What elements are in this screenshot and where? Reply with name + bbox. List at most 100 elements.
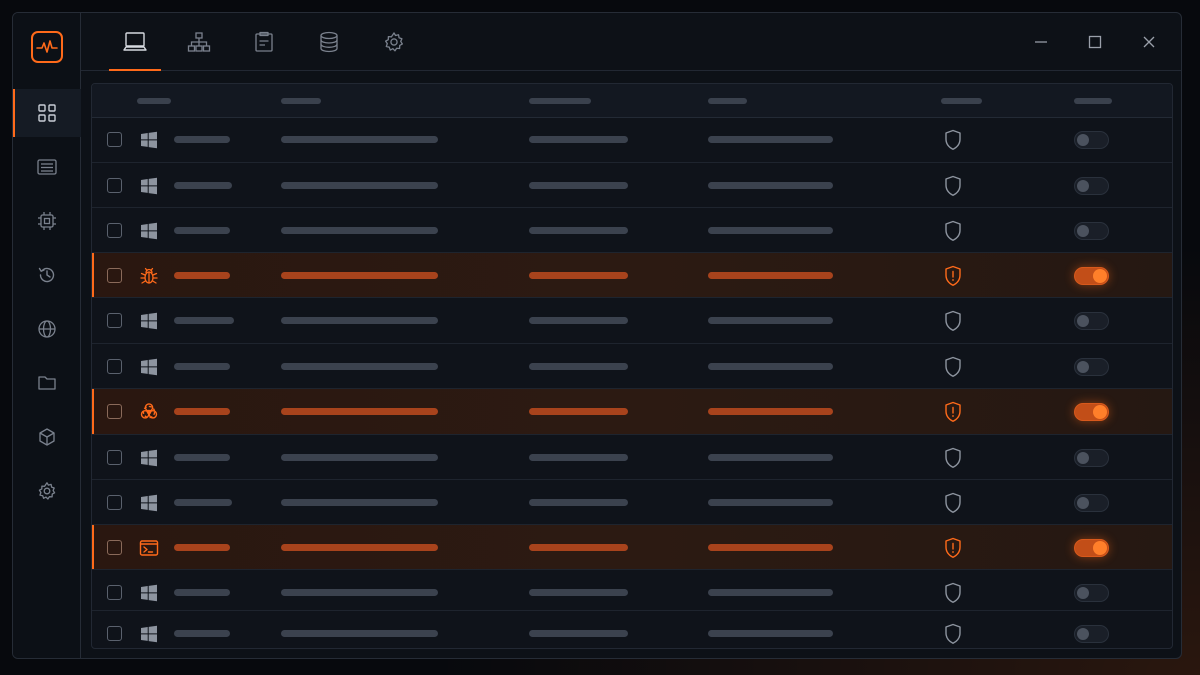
row-checkbox[interactable] bbox=[107, 132, 122, 147]
dashboard-grid-icon bbox=[38, 104, 56, 122]
row-checkbox[interactable] bbox=[107, 268, 122, 283]
row-toggle[interactable] bbox=[1074, 131, 1109, 149]
table-row[interactable] bbox=[92, 208, 1172, 253]
windows-icon bbox=[139, 583, 159, 603]
sidebar-item-dashboard[interactable] bbox=[13, 89, 81, 137]
table-row[interactable] bbox=[92, 480, 1172, 525]
table-row-threat[interactable] bbox=[92, 253, 1172, 298]
row-toggle[interactable] bbox=[1074, 449, 1109, 467]
cell-placeholder-bar bbox=[281, 630, 438, 637]
table-row[interactable] bbox=[92, 570, 1172, 611]
row-toggle[interactable] bbox=[1074, 177, 1109, 195]
clipboard-report-icon bbox=[255, 31, 273, 52]
windows-icon bbox=[139, 493, 159, 513]
sidebar-item-history[interactable] bbox=[13, 251, 81, 299]
tab-database[interactable] bbox=[303, 13, 355, 71]
minimize-button[interactable] bbox=[1026, 27, 1056, 57]
network-hierarchy-icon bbox=[187, 32, 211, 52]
table-row[interactable] bbox=[92, 163, 1172, 208]
table-row-threat[interactable] bbox=[92, 525, 1172, 570]
toggle-knob bbox=[1077, 180, 1089, 192]
minimize-icon bbox=[1035, 41, 1047, 43]
shield-icon bbox=[944, 356, 962, 378]
header-toggle-placeholder[interactable] bbox=[1074, 98, 1112, 104]
toggle-knob bbox=[1077, 315, 1089, 327]
header-col3-placeholder[interactable] bbox=[529, 98, 591, 104]
sidebar-item-list[interactable] bbox=[13, 143, 81, 191]
tab-network[interactable] bbox=[173, 13, 225, 71]
row-checkbox[interactable] bbox=[107, 495, 122, 510]
table-row[interactable] bbox=[92, 344, 1172, 389]
cell-placeholder-bar bbox=[529, 272, 628, 279]
row-toggle[interactable] bbox=[1074, 494, 1109, 512]
toggle-knob bbox=[1077, 587, 1089, 599]
table-row[interactable] bbox=[92, 611, 1172, 648]
sidebar-item-files[interactable] bbox=[13, 359, 81, 407]
cell-placeholder-bar bbox=[708, 182, 833, 189]
shield-icon bbox=[944, 129, 962, 151]
cell-placeholder-bar bbox=[281, 363, 438, 370]
maximize-button[interactable] bbox=[1080, 27, 1110, 57]
cell-placeholder-bar bbox=[281, 408, 438, 415]
cell-placeholder-bar bbox=[708, 630, 833, 637]
row-checkbox[interactable] bbox=[107, 359, 122, 374]
row-toggle[interactable] bbox=[1074, 584, 1109, 602]
toggle-knob bbox=[1077, 452, 1089, 464]
settings-gear-icon bbox=[384, 32, 404, 52]
row-toggle[interactable] bbox=[1074, 625, 1109, 643]
header-col2-placeholder[interactable] bbox=[281, 98, 321, 104]
table-row[interactable] bbox=[92, 435, 1172, 480]
table-row[interactable] bbox=[92, 117, 1172, 163]
row-toggle[interactable] bbox=[1074, 267, 1109, 285]
tab-reports[interactable] bbox=[238, 13, 290, 71]
table-row-threat[interactable] bbox=[92, 389, 1172, 435]
cell-placeholder-bar bbox=[529, 363, 628, 370]
row-checkbox[interactable] bbox=[107, 178, 122, 193]
row-checkbox[interactable] bbox=[107, 313, 122, 328]
cell-placeholder-bar bbox=[174, 454, 230, 461]
cell-placeholder-bar bbox=[174, 227, 230, 234]
table-row[interactable] bbox=[92, 298, 1172, 344]
header-name-placeholder[interactable] bbox=[137, 98, 171, 104]
cell-placeholder-bar bbox=[708, 136, 833, 143]
cell-placeholder-bar bbox=[529, 544, 628, 551]
tab-endpoints[interactable] bbox=[109, 13, 161, 71]
row-checkbox[interactable] bbox=[107, 223, 122, 238]
row-checkbox[interactable] bbox=[107, 626, 122, 641]
cell-placeholder-bar bbox=[708, 363, 833, 370]
shield-icon bbox=[944, 220, 962, 242]
toggle-knob bbox=[1093, 541, 1107, 555]
row-toggle[interactable] bbox=[1074, 312, 1109, 330]
windows-icon bbox=[139, 176, 159, 196]
toggle-knob bbox=[1077, 134, 1089, 146]
activity-pulse-icon bbox=[36, 40, 58, 53]
close-button[interactable] bbox=[1134, 27, 1164, 57]
windows-icon bbox=[139, 311, 159, 331]
header-status-placeholder[interactable] bbox=[941, 98, 982, 104]
row-toggle[interactable] bbox=[1074, 539, 1109, 557]
row-checkbox[interactable] bbox=[107, 404, 122, 419]
globe-icon bbox=[38, 320, 56, 338]
toggle-knob bbox=[1077, 497, 1089, 509]
sidebar-item-hardware[interactable] bbox=[13, 197, 81, 245]
header-col4-placeholder[interactable] bbox=[708, 98, 747, 104]
row-toggle[interactable] bbox=[1074, 358, 1109, 376]
row-checkbox[interactable] bbox=[107, 540, 122, 555]
tab-settings[interactable] bbox=[368, 13, 420, 71]
folder-icon bbox=[38, 376, 56, 390]
sidebar-item-settings[interactable] bbox=[13, 467, 81, 515]
cell-placeholder-bar bbox=[708, 272, 833, 279]
table-header bbox=[92, 84, 1172, 118]
sidebar-item-network[interactable] bbox=[13, 305, 81, 353]
cell-placeholder-bar bbox=[174, 408, 230, 415]
row-checkbox[interactable] bbox=[107, 585, 122, 600]
sidebar-item-packages[interactable] bbox=[13, 413, 81, 461]
app-logo[interactable] bbox=[31, 31, 63, 63]
cell-placeholder-bar bbox=[174, 182, 232, 189]
cell-placeholder-bar bbox=[529, 499, 628, 506]
row-toggle[interactable] bbox=[1074, 403, 1109, 421]
row-toggle[interactable] bbox=[1074, 222, 1109, 240]
row-checkbox[interactable] bbox=[107, 450, 122, 465]
endpoints-table bbox=[91, 83, 1173, 649]
shield-icon bbox=[944, 492, 962, 514]
